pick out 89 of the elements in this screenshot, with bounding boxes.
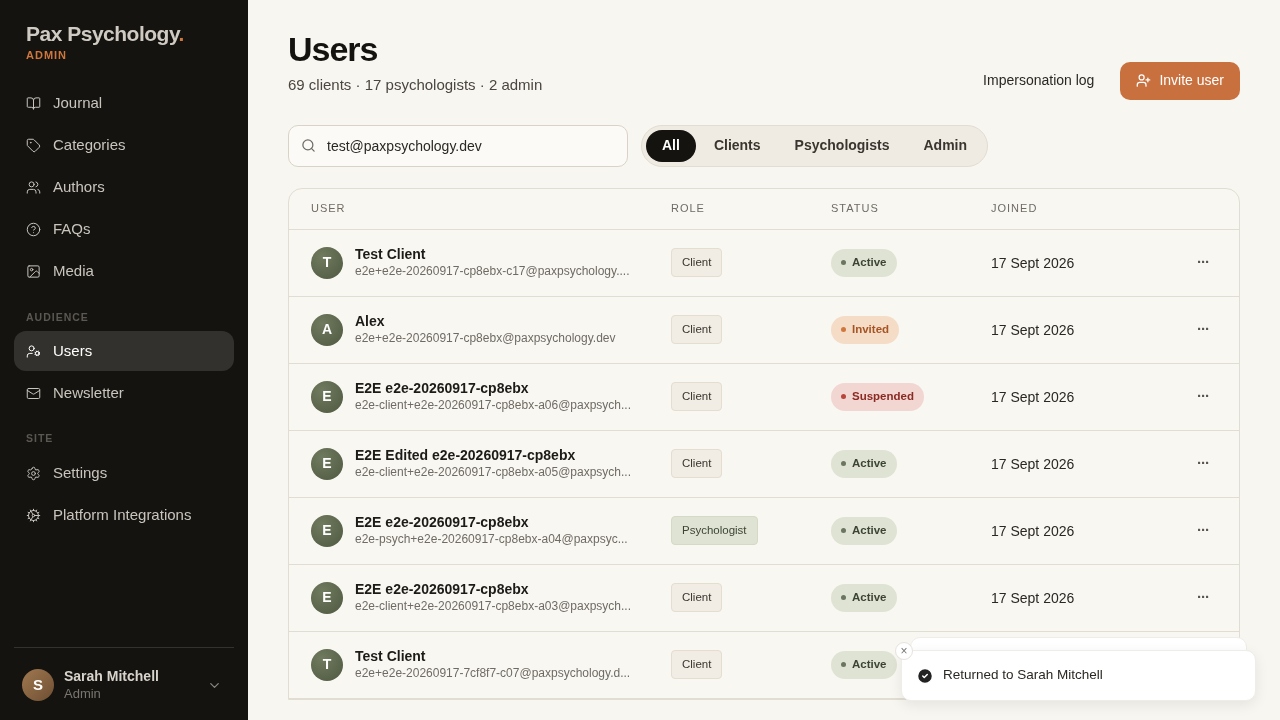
column-header: STATUS: [831, 201, 880, 217]
role-tag: Psychologist: [671, 515, 758, 546]
filter-tab[interactable]: Psychologists: [778, 129, 906, 162]
role-tag: Client: [671, 247, 723, 278]
role-tag: Client: [671, 582, 723, 613]
role-tag: Client: [671, 448, 723, 479]
sidebar-item[interactable]: Users: [14, 331, 234, 372]
status-badge: Active: [831, 584, 897, 612]
question-icon: [26, 222, 41, 237]
joined-date: 17 Sept 2026: [991, 254, 1075, 271]
settings-icon: [26, 465, 41, 481]
image-icon: [26, 264, 41, 279]
column-header: USER: [311, 201, 347, 217]
people-icon: [26, 180, 41, 195]
status-badge: Active: [831, 651, 897, 679]
user-plus-icon: [1136, 73, 1152, 88]
user-name: E2E e2e-20260917-cp8ebx: [355, 379, 530, 397]
status-badge: Suspended: [831, 383, 924, 411]
role-tag: Client: [671, 649, 723, 680]
search-icon: [301, 137, 316, 153]
joined-date: 17 Sept 2026: [991, 455, 1075, 472]
avatar: T: [311, 648, 343, 681]
page-summary: 69 clients · 17 psychologists · 2 admin: [288, 75, 543, 95]
user-name: E2E e2e-20260917-cp8ebx: [355, 580, 530, 598]
avatar: E: [311, 581, 343, 614]
user-email: e2e-client+e2e-20260917-cp8ebx-a06@paxpsych...: [355, 396, 632, 414]
role-tag: Client: [671, 314, 723, 345]
filter-tab[interactable]: Clients: [697, 129, 777, 162]
user-name: E2E Edited e2e-20260917-cp8ebx: [355, 446, 577, 464]
sidebar-item[interactable]: Newsletter: [14, 373, 234, 414]
sidebar-item[interactable]: FAQs: [14, 209, 234, 250]
status-badge: Invited: [831, 316, 900, 344]
tag-icon: [26, 138, 41, 153]
filter-tab[interactable]: Admin: [907, 129, 984, 162]
avatar: E: [311, 514, 343, 547]
book-icon: [26, 96, 41, 111]
row-menu-button[interactable]: ···: [1197, 385, 1209, 408]
user-name: Test Client: [355, 647, 427, 665]
role-tag: Client: [671, 381, 723, 412]
user-email: e2e+e2e-20260917-cp8ebx@paxpsychology.dev: [355, 329, 616, 347]
row-menu-button[interactable]: ···: [1197, 519, 1209, 542]
avatar: T: [311, 246, 343, 279]
row-menu-button[interactable]: ···: [1197, 586, 1209, 609]
status-badge: Active: [831, 249, 897, 277]
joined-date: 17 Sept 2026: [991, 388, 1075, 405]
search-field[interactable]: test@paxpsychology.dev: [288, 124, 628, 167]
row-menu-button[interactable]: ···: [1197, 318, 1209, 341]
sidebar-item[interactable]: Categories: [14, 125, 234, 166]
logo-subtitle: ADMIN: [26, 48, 69, 63]
status-badge: Active: [831, 450, 897, 478]
section-heading: SITE: [25, 431, 55, 447]
user-name: E2E e2e-20260917-cp8ebx: [355, 513, 530, 531]
row-menu-button[interactable]: ···: [1197, 452, 1209, 475]
joined-date: 17 Sept 2026: [991, 589, 1075, 606]
user-email: e2e-psych+e2e-20260917-cp8ebx-a04@paxpsyc...: [355, 530, 628, 548]
user-email: e2e+e2e-20260917-cp8ebx-c17@paxpsychology....: [355, 262, 630, 280]
row-menu-button[interactable]: ···: [1197, 251, 1209, 274]
column-header: ROLE: [671, 201, 706, 217]
user-email: e2e-client+e2e-20260917-cp8ebx-a05@paxpsych...: [355, 463, 632, 481]
user-email: e2e-client+e2e-20260917-cp8ebx-a03@paxpsych...: [355, 597, 632, 615]
sidebar-item[interactable]: Settings: [14, 453, 234, 493]
account-role: Admin: [64, 685, 102, 702]
toast-message: Returned to Sarah Mitchell: [943, 666, 1103, 685]
sidebar-item[interactable]: Media: [14, 251, 234, 292]
avatar: E: [311, 380, 343, 413]
user-email: e2e+e2e-20260917-7cf8f7-c07@paxpsychology.d...: [355, 664, 631, 682]
user-name: Alex: [355, 312, 386, 330]
user-gear-icon: [26, 343, 41, 359]
user-name: Test Client: [355, 245, 427, 263]
sidebar-item[interactable]: Authors: [14, 167, 234, 208]
check-circle-icon: [916, 666, 934, 685]
impersonation-log-link[interactable]: Impersonation log: [983, 70, 1095, 91]
section-heading: AUDIENCE: [25, 309, 90, 325]
account-name: Sarah Mitchell: [64, 668, 160, 685]
gear-icon: [26, 507, 41, 523]
avatar: A: [311, 313, 343, 346]
joined-date: 17 Sept 2026: [991, 321, 1075, 338]
status-badge: Active: [831, 517, 897, 545]
logo: Pax Psychology.: [26, 22, 185, 46]
page-title: Users: [288, 30, 379, 68]
joined-date: 17 Sept 2026: [991, 522, 1075, 539]
column-header: JOINED: [991, 201, 1039, 217]
avatar: S: [22, 669, 54, 701]
sidebar-item[interactable]: Platform Integrations: [14, 495, 234, 535]
filter-tab[interactable]: All: [646, 129, 696, 162]
avatar: E: [311, 447, 343, 480]
mail-icon: [26, 385, 41, 401]
invite-user-button[interactable]: Invite user: [1120, 61, 1240, 100]
sidebar-item[interactable]: Journal: [14, 83, 234, 124]
